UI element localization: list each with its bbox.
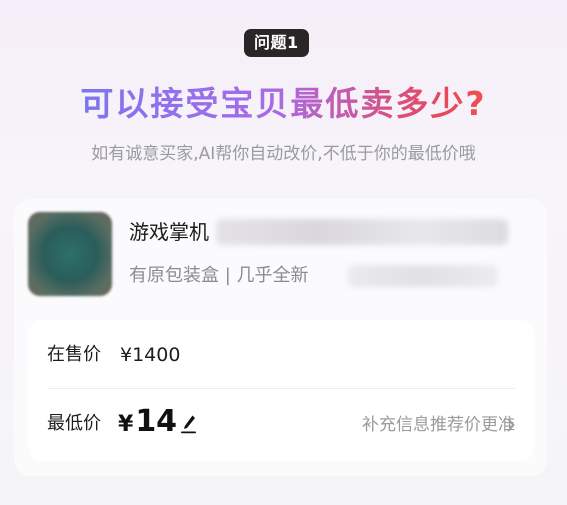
chevron-right-icon[interactable]: [506, 417, 516, 433]
product-title: 游戏掌机: [129, 220, 209, 244]
selling-price-value: ¥1400: [120, 344, 181, 366]
redacted-detail-blur: [348, 265, 498, 287]
divider: [47, 388, 515, 389]
question-badge: 问题1: [244, 29, 309, 57]
redacted-title-blur: [216, 219, 508, 245]
product-thumbnail: [28, 212, 112, 296]
product-condition: 有原包装盒 | 几乎全新: [129, 265, 309, 286]
subtitle: 如有诚意买家,AI帮你自动改价,不低于你的最低价哦: [91, 144, 476, 164]
min-price-input[interactable]: ¥14: [118, 402, 177, 445]
min-price-value: 14: [135, 404, 178, 439]
recommend-price-link[interactable]: 补充信息推荐价更准: [362, 412, 515, 438]
headline: 可以接受宝贝最低卖多少?: [0, 82, 567, 126]
min-price-label: 最低价: [47, 413, 101, 434]
price-panel: [28, 320, 534, 461]
selling-price-label: 在售价: [47, 344, 101, 365]
pencil-edit-icon[interactable]: [180, 412, 198, 434]
min-price-currency: ¥: [118, 412, 134, 437]
